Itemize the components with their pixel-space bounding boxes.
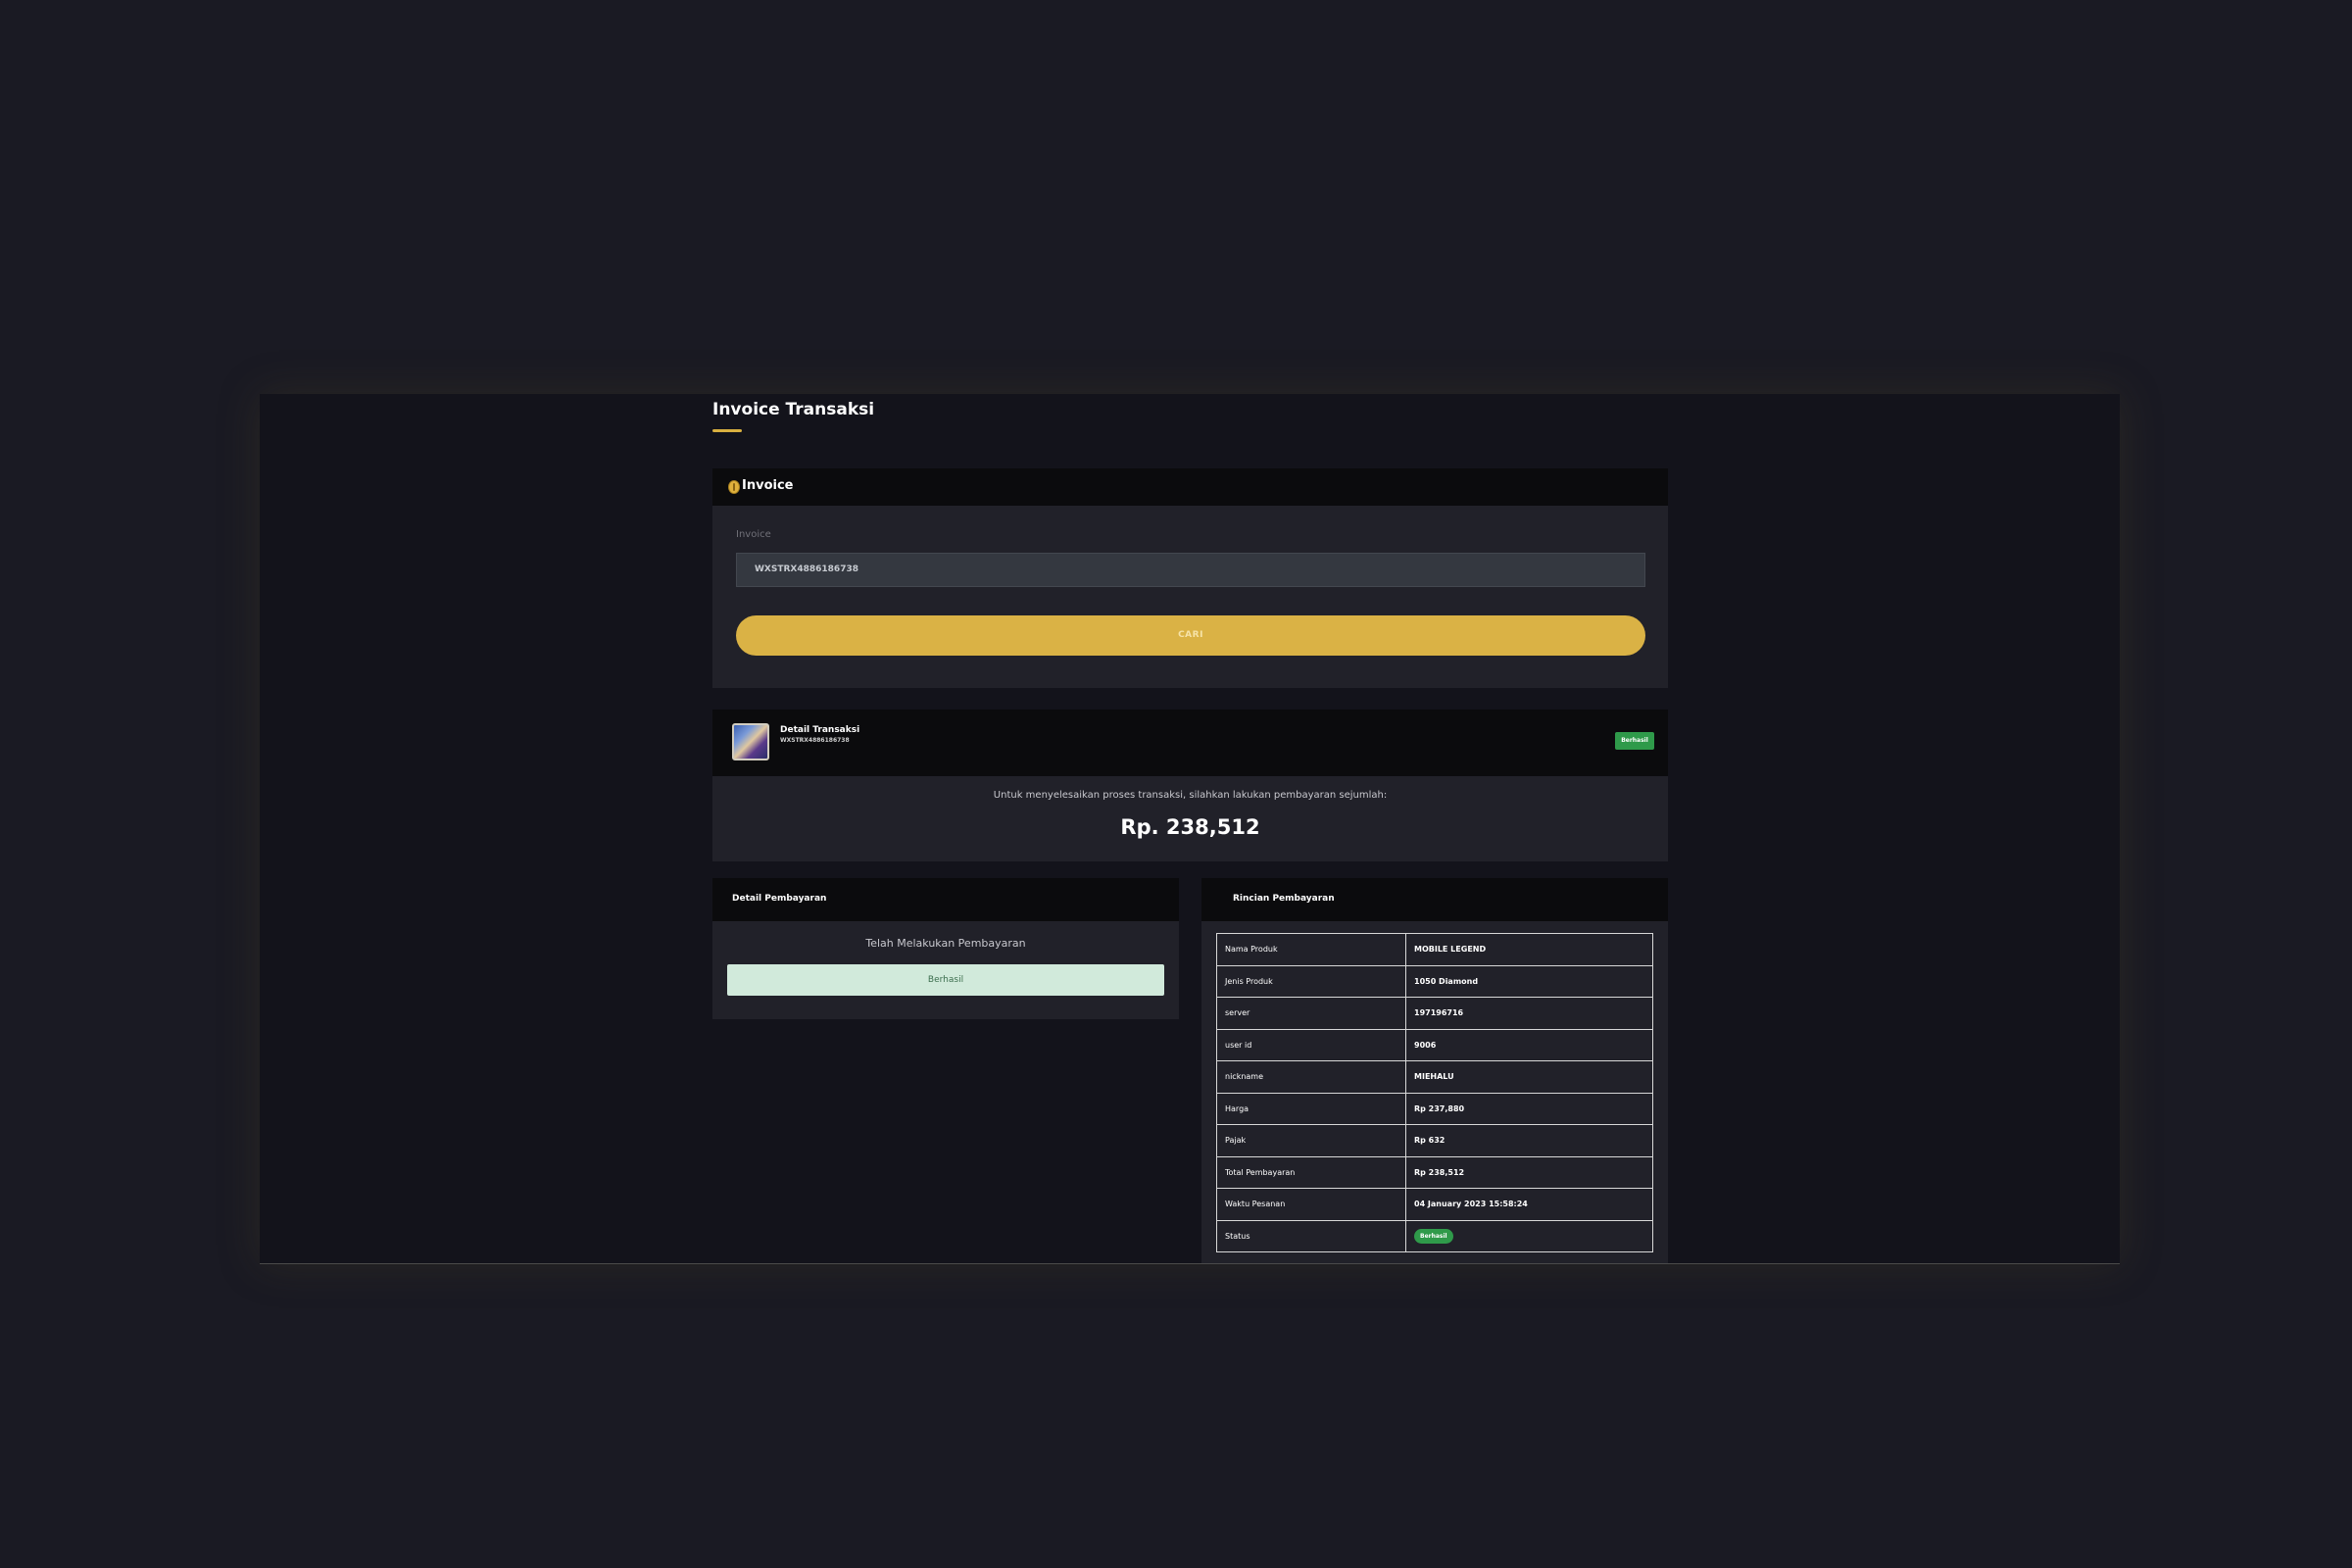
- payment-breakdown-card: Rincian Pembayaran Nama Produk MOBILE LE…: [1201, 878, 1668, 1263]
- search-button[interactable]: CARI: [736, 615, 1645, 656]
- coin-icon: [728, 480, 740, 494]
- invoice-field-label: Invoice: [736, 529, 771, 540]
- row-label: Nama Produk: [1216, 933, 1406, 966]
- main-content: Invoice Transaksi Invoice Invoice WXSTRX…: [712, 394, 1668, 1263]
- table-row: Waktu Pesanan 04 January 2023 15:58:24: [1216, 1188, 1653, 1221]
- row-label: nickname: [1216, 1060, 1406, 1094]
- invoice-input[interactable]: WXSTRX4886186738: [736, 553, 1645, 587]
- row-label: Waktu Pesanan: [1216, 1188, 1406, 1221]
- payment-breakdown-table: Nama Produk MOBILE LEGEND Jenis Produk 1…: [1216, 933, 1653, 1252]
- row-label: Status: [1216, 1219, 1406, 1252]
- invoice-search-card: Invoice Invoice WXSTRX4886186738 CARI: [712, 468, 1668, 688]
- payment-message: Telah Melakukan Pembayaran: [865, 937, 1026, 950]
- row-value: Rp 237,880: [1405, 1092, 1653, 1125]
- row-label: server: [1216, 997, 1406, 1030]
- payment-detail-title: Detail Pembayaran: [732, 894, 827, 904]
- transaction-detail-header: Detail Transaksi WXSTRX4886186738 Berhas…: [712, 710, 1668, 776]
- transaction-invoice-id: WXSTRX4886186738: [780, 737, 850, 744]
- row-value: Rp 238,512: [1405, 1155, 1653, 1189]
- game-thumbnail: [732, 723, 769, 760]
- row-value: 197196716: [1405, 997, 1653, 1030]
- status-badge: Berhasil: [1414, 1228, 1453, 1244]
- status-badge: Berhasil: [1615, 732, 1654, 750]
- row-label: user id: [1216, 1028, 1406, 1061]
- row-value: 1050 Diamond: [1405, 964, 1653, 998]
- table-row: Pajak Rp 632: [1216, 1124, 1653, 1157]
- payment-status-alert: Berhasil: [727, 964, 1164, 996]
- transaction-detail-title: Detail Transaksi: [780, 725, 860, 735]
- row-label: Pajak: [1216, 1124, 1406, 1157]
- row-label: Total Pembayaran: [1216, 1155, 1406, 1189]
- invoice-card-title: Invoice: [742, 478, 794, 493]
- payment-instruction: Untuk menyelesaikan proses transaksi, si…: [993, 790, 1388, 801]
- row-label: Harga: [1216, 1092, 1406, 1125]
- table-row: Status Berhasil: [1216, 1219, 1653, 1252]
- table-row: Jenis Produk 1050 Diamond: [1216, 964, 1653, 998]
- row-value: Rp 632: [1405, 1124, 1653, 1157]
- payment-detail-header: Detail Pembayaran: [712, 878, 1179, 921]
- payment-detail-card: Detail Pembayaran Telah Melakukan Pembay…: [712, 878, 1179, 1019]
- transaction-detail-card: Detail Transaksi WXSTRX4886186738 Berhas…: [712, 710, 1668, 861]
- invoice-card-header: Invoice: [712, 468, 1668, 506]
- table-row: Harga Rp 237,880: [1216, 1092, 1653, 1125]
- row-value: 04 January 2023 15:58:24: [1405, 1188, 1653, 1221]
- row-value: MOBILE LEGEND: [1405, 933, 1653, 966]
- table-row: user id 9006: [1216, 1028, 1653, 1061]
- row-label: Jenis Produk: [1216, 964, 1406, 998]
- payment-breakdown-header: Rincian Pembayaran: [1201, 878, 1668, 921]
- page-title: Invoice Transaksi: [712, 400, 875, 419]
- row-value: MIEHALU: [1405, 1060, 1653, 1094]
- table-row: server 197196716: [1216, 997, 1653, 1030]
- table-row: nickname MIEHALU: [1216, 1060, 1653, 1094]
- payment-amount: Rp. 238,512: [1120, 815, 1260, 839]
- table-row: Nama Produk MOBILE LEGEND: [1216, 933, 1653, 966]
- payment-breakdown-title: Rincian Pembayaran: [1233, 894, 1335, 904]
- title-underline: [712, 429, 742, 432]
- app-window: Invoice Transaksi Invoice Invoice WXSTRX…: [260, 394, 2120, 1264]
- table-row: Total Pembayaran Rp 238,512: [1216, 1155, 1653, 1189]
- row-value: Berhasil: [1405, 1219, 1653, 1252]
- row-value: 9006: [1405, 1028, 1653, 1061]
